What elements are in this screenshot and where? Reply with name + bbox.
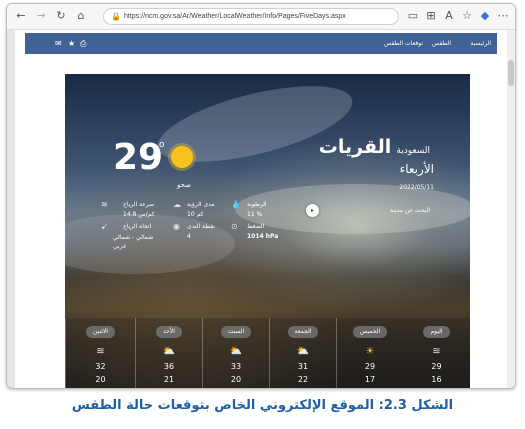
forecast-low: 21	[163, 375, 175, 384]
apps-icon[interactable]: ⊞	[423, 8, 439, 24]
wind-icon: ≋	[96, 346, 105, 357]
wind-speed-label: سرعة الرياح	[123, 201, 155, 208]
browser-window: ← → ↻ ⌂ 🔒 https://ncm.gov.sa/Ar/Weather/…	[6, 3, 516, 389]
humidity-icon: 💧	[231, 200, 241, 209]
favorite-add-icon[interactable]: ☆	[459, 8, 475, 24]
partly-cloudy-icon: ⛅	[162, 346, 176, 357]
forecast-low: 16	[431, 375, 442, 384]
home-icon[interactable]: ⌂	[73, 8, 89, 24]
read-aloud-icon[interactable]: A	[441, 8, 457, 24]
forecast-day[interactable]: اليوم ≋ 29 16	[403, 318, 470, 388]
current-temperature: 29	[113, 137, 164, 178]
scroll-thumb[interactable]	[508, 60, 514, 86]
wind-direction-label: اتجاه الرياح	[123, 223, 152, 230]
browser-toolbar: ← → ↻ ⌂ 🔒 https://ncm.gov.sa/Ar/Weather/…	[7, 4, 515, 30]
forecast-day[interactable]: الاثنين ≋ 32 20	[65, 318, 135, 388]
back-icon[interactable]: ←	[13, 8, 29, 24]
forward-icon[interactable]: →	[33, 8, 49, 24]
forecast-day[interactable]: الخميس ☀ 29 17	[336, 318, 403, 388]
forecast-day[interactable]: الجمعة ⛅ 31 22	[269, 318, 336, 388]
refresh-icon[interactable]: ↻	[53, 8, 69, 24]
forecast-day-label: الأحد	[156, 326, 182, 338]
forecast-high: 32	[95, 362, 106, 371]
degree-symbol: o	[159, 140, 165, 150]
wind-icon: ≋	[101, 200, 108, 209]
address-bar[interactable]: 🔒 https://ncm.gov.sa/Ar/Weather/LocalWea…	[103, 8, 399, 25]
current-day: الأربعاء	[399, 162, 434, 176]
forecast-high: 31	[297, 362, 309, 371]
pressure-icon: ⊙	[231, 222, 238, 231]
current-condition: صحو	[177, 181, 192, 189]
reader-view-icon[interactable]: ▭	[405, 8, 421, 24]
figure-caption: الشكل 2.3: الموقع الإلكتروني الخاص بتوقع…	[71, 398, 454, 413]
compass-icon: ➹	[101, 222, 108, 231]
city-search-link[interactable]: البحث عن مدينة	[390, 207, 430, 214]
dew-icon: ◉	[173, 222, 180, 231]
current-date: 2022/05/11	[399, 184, 434, 191]
visibility-label: مدى الرؤية	[187, 201, 215, 208]
wind-speed-value: 14.8 كم/س	[123, 211, 155, 218]
dew-point-value: 4	[187, 233, 191, 240]
humidity-value: 11 %	[247, 211, 263, 218]
forecast-low: 20	[230, 375, 242, 384]
url-text: https://ncm.gov.sa/Ar/Weather/LocalWeath…	[124, 13, 346, 20]
forecast-strip: اليوم ≋ 29 16 الخميس ☀ 29 17 الجمعة ⛅ 31…	[65, 318, 470, 388]
nav-home[interactable]: الرئيسية	[470, 33, 491, 54]
left-edge	[7, 30, 15, 388]
forecast-high: 29	[364, 362, 376, 371]
partly-cloudy-icon: ⛅	[296, 346, 310, 357]
forecast-high: 33	[230, 362, 242, 371]
lock-icon: 🔒	[111, 12, 121, 21]
visibility-icon: ☁	[173, 200, 181, 209]
forecast-day-label: الخميس	[352, 326, 388, 338]
forecast-day-label: اليوم	[423, 326, 450, 338]
pressure-value: 1014 hPa	[247, 233, 279, 240]
dew-point-label: نقطة الندى	[187, 223, 215, 230]
forecast-low: 17	[364, 375, 376, 384]
visibility-value: 10 كم	[187, 211, 204, 218]
pressure-label: الضغط	[247, 223, 265, 230]
forecast-day-label: الجمعة	[287, 326, 319, 338]
sun-icon	[171, 146, 193, 168]
city-heading: السعودية القريات	[319, 136, 434, 158]
forecast-day[interactable]: الأحد ⛅ 36 21	[135, 318, 202, 388]
more-icon[interactable]: ⋯	[495, 8, 511, 24]
carousel-toggle[interactable]: ▸	[306, 204, 319, 217]
forecast-low: 20	[95, 375, 106, 384]
mail-icon[interactable]: ✉	[55, 33, 62, 54]
forecast-high: 36	[163, 362, 175, 371]
star-icon[interactable]: ★	[68, 33, 75, 54]
nav-weather[interactable]: الطقس	[432, 33, 451, 54]
wind-direction-value: شمالي - شمالي غربي	[113, 234, 154, 250]
partly-cloudy-icon: ⛅	[229, 346, 243, 357]
site-header-bar: ✉ ★ ⎙ الرئيسية الطقس توقعات الطقس	[25, 33, 497, 54]
forecast-day-label: السبت	[220, 326, 252, 338]
forecast-day-label: الاثنين	[86, 326, 115, 338]
humidity-label: الرطوبة	[247, 201, 267, 208]
extension-icon[interactable]: ◆	[477, 8, 493, 24]
city-name: القريات	[318, 136, 392, 158]
forecast-high: 29	[431, 362, 442, 371]
weather-hero: السعودية القريات الأربعاء 2022/05/11 الب…	[65, 74, 470, 388]
sun-icon: ☀	[365, 346, 375, 357]
nav-forecasts[interactable]: توقعات الطقس	[384, 33, 423, 54]
cloud-shape	[235, 184, 470, 234]
print-icon[interactable]: ⎙	[80, 33, 86, 54]
forecast-day[interactable]: السبت ⛅ 33 20	[202, 318, 269, 388]
country-name: السعودية	[396, 146, 430, 156]
scrollbar[interactable]	[507, 30, 515, 388]
forecast-low: 22	[297, 375, 309, 384]
wind-icon: ≋	[432, 346, 441, 357]
